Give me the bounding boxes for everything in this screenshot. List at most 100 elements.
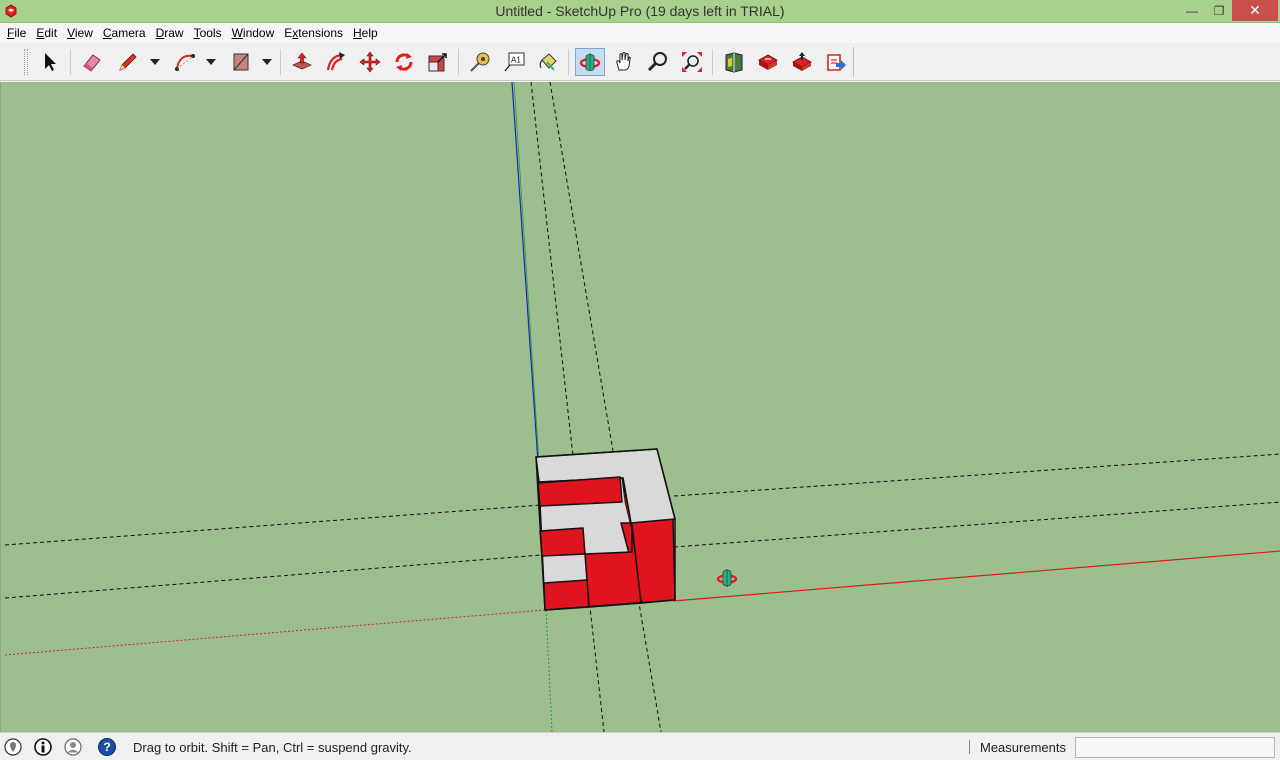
zoom-extents-tool-button[interactable] [677, 48, 707, 76]
minimize-button[interactable]: — [1178, 0, 1206, 21]
window-title: Untitled - SketchUp Pro (19 days left in… [495, 3, 785, 19]
zoom-tool-button[interactable] [643, 48, 673, 76]
guide-line [530, 82, 605, 732]
toolbar-grip[interactable] [24, 49, 28, 75]
arrow-cursor-icon [45, 53, 56, 71]
menu-tools[interactable]: Tools [189, 23, 227, 43]
push-pull-tool-button[interactable] [287, 48, 317, 76]
status-message: Drag to orbit. Shift = Pan, Ctrl = suspe… [133, 740, 412, 755]
toolbar-separator [568, 49, 569, 75]
tape-measure-tool-button[interactable] [465, 48, 495, 76]
geo-location-icon [4, 738, 22, 756]
paint-bucket-icon [539, 53, 557, 71]
pencil-icon [119, 53, 137, 71]
cube-red-strip-bottom [543, 579, 590, 611]
zoom-extents-icon [682, 52, 702, 72]
move-icon [359, 51, 381, 73]
text-icon: A1 [504, 52, 525, 72]
menu-view[interactable]: View [62, 23, 98, 43]
scale-icon [428, 53, 447, 72]
restore-button[interactable]: ❐ [1206, 0, 1232, 21]
user-avatar-icon [64, 738, 82, 756]
cube-model[interactable] [535, 448, 676, 611]
orbit-tool-button[interactable] [575, 48, 605, 76]
red-axis [672, 550, 1280, 602]
move-tool-button[interactable] [355, 48, 385, 76]
magnifier-icon [647, 52, 667, 72]
menu-bar: File Edit View Camera Draw Tools Window Extensi… [0, 23, 1280, 43]
arc-icon [175, 54, 195, 71]
get-models-icon [758, 54, 778, 70]
menu-camera[interactable]: Camera [98, 23, 151, 43]
text-tool-glyph: A1 [511, 56, 521, 65]
3d-warehouse-button[interactable] [719, 48, 749, 76]
credits-icon [34, 738, 52, 756]
arc-tool-button[interactable] [170, 48, 200, 76]
rotate-icon [395, 53, 413, 71]
instructor-help-button[interactable]: ? [98, 738, 116, 756]
guide-line [4, 554, 542, 599]
cube-red-strip-top [537, 476, 623, 507]
guide-line [673, 453, 1280, 497]
large-toolset-toolbar: A1 [0, 43, 1280, 81]
eraser-tool-button[interactable] [77, 48, 107, 76]
menu-extensions[interactable]: Extensions [279, 23, 348, 43]
get-models-button[interactable] [753, 48, 783, 76]
pan-tool-button[interactable] [609, 48, 639, 76]
paint-bucket-tool-button[interactable] [533, 48, 563, 76]
rectangle-tool-dropdown[interactable] [260, 48, 274, 76]
hand-icon [616, 52, 631, 71]
credits-button[interactable] [34, 738, 52, 756]
blue-axis [511, 82, 539, 463]
guide-line [673, 501, 1280, 548]
arc-tool-dropdown[interactable] [204, 48, 218, 76]
offset-tool-button[interactable] [321, 48, 351, 76]
toolbar-separator [458, 49, 459, 75]
chevron-down-icon [262, 59, 272, 65]
geo-location-button[interactable] [4, 738, 22, 756]
menu-window[interactable]: Window [227, 23, 280, 43]
toolbar-separator [70, 49, 71, 75]
tape-measure-icon [470, 52, 490, 72]
line-tool-dropdown[interactable] [148, 48, 162, 76]
menu-file[interactable]: File [2, 23, 31, 43]
offset-icon [326, 52, 345, 71]
eraser-icon [83, 54, 101, 72]
red-axis-hidden [4, 609, 545, 656]
toolbar-separator [712, 49, 713, 75]
guide-lines [4, 82, 1280, 732]
guide-line [549, 82, 662, 732]
green-axis [513, 82, 540, 463]
select-tool-button[interactable] [35, 48, 65, 76]
rotate-tool-button[interactable] [389, 48, 419, 76]
push-pull-icon [292, 52, 312, 70]
toolbar-end [853, 47, 854, 77]
menu-edit[interactable]: Edit [31, 23, 62, 43]
orbit-icon [579, 53, 601, 71]
toolbar-separator [280, 49, 281, 75]
chevron-down-icon [150, 59, 160, 65]
scale-tool-button[interactable] [423, 48, 453, 76]
close-button[interactable]: ✕ [1232, 0, 1278, 21]
measurements-label: Measurements [980, 740, 1066, 755]
measurements-input[interactable] [1075, 737, 1275, 758]
extension-warehouse-icon [827, 54, 846, 71]
cube-red-strip-mid [539, 527, 586, 557]
scene-canvas[interactable] [1, 82, 1280, 732]
sign-in-button[interactable] [64, 738, 82, 756]
modeling-viewport[interactable] [0, 82, 1280, 732]
share-model-icon [792, 52, 812, 71]
line-tool-button[interactable] [113, 48, 143, 76]
status-bar: ? Drag to orbit. Shift = Pan, Ctrl = sus… [0, 732, 1280, 760]
status-separator [969, 740, 970, 754]
chevron-down-icon [206, 59, 216, 65]
orbit-cursor-icon [716, 569, 738, 587]
menu-help[interactable]: Help [348, 23, 383, 43]
extension-warehouse-button[interactable] [821, 48, 851, 76]
rectangle-icon [233, 53, 249, 71]
rectangle-tool-button[interactable] [226, 48, 256, 76]
share-model-button[interactable] [787, 48, 817, 76]
menu-draw[interactable]: Draw [151, 23, 189, 43]
text-tool-button[interactable]: A1 [499, 48, 529, 76]
title-bar: Untitled - SketchUp Pro (19 days left in… [0, 0, 1280, 23]
